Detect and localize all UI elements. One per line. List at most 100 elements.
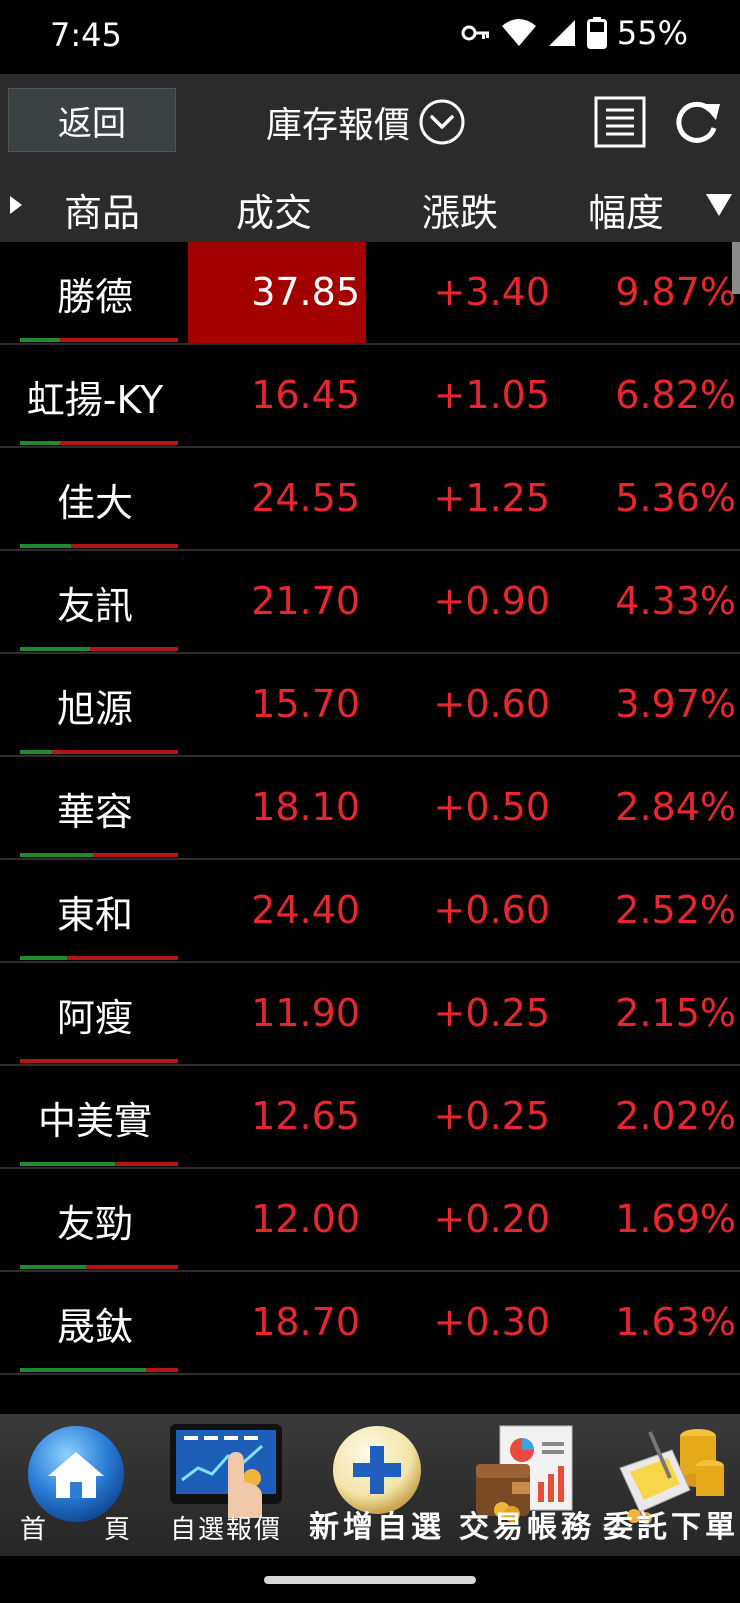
percent-change: 5.36% bbox=[615, 476, 736, 520]
buy-sell-ratio-bar bbox=[20, 750, 178, 754]
quote-row[interactable]: 晟鈦 18.70 +0.30 1.63% bbox=[0, 1272, 740, 1375]
status-bar: 7:45 55% bbox=[0, 0, 740, 74]
quote-row[interactable]: 阿瘦 11.90 +0.25 2.15% bbox=[0, 963, 740, 1066]
percent-change: 1.63% bbox=[615, 1300, 736, 1344]
price-cell: 18.10 bbox=[188, 757, 366, 858]
quote-row[interactable]: 友訊 21.70 +0.90 4.33% bbox=[0, 551, 740, 654]
price-cell: 37.85 bbox=[188, 242, 366, 343]
buy-sell-ratio-bar bbox=[20, 338, 178, 342]
ratio-bar-red bbox=[90, 647, 178, 651]
price-change: +0.60 bbox=[433, 888, 550, 932]
last-price: 24.55 bbox=[251, 476, 360, 520]
nav-account-label: 交易帳務 bbox=[459, 1510, 595, 1545]
top-toolbar: 返回 庫存報價 bbox=[0, 74, 740, 168]
quote-row[interactable]: 旭源 15.70 +0.60 3.97% bbox=[0, 654, 740, 757]
stock-name: 友訊 bbox=[56, 584, 133, 628]
price-change: +1.25 bbox=[433, 476, 550, 520]
ratio-bar-green bbox=[20, 1265, 86, 1269]
price-change: +1.05 bbox=[433, 373, 550, 417]
price-cell: 21.70 bbox=[188, 551, 366, 652]
price-change: +0.60 bbox=[433, 682, 550, 726]
ratio-bar-red bbox=[20, 1059, 178, 1063]
percent-change: 3.97% bbox=[615, 682, 736, 726]
nav-add-watch[interactable]: 新增自選 bbox=[302, 1414, 452, 1556]
buy-sell-ratio-bar bbox=[20, 1265, 178, 1269]
list-view-icon[interactable] bbox=[594, 96, 646, 148]
ratio-bar-green bbox=[20, 1368, 146, 1372]
scrollbar[interactable] bbox=[732, 242, 740, 294]
expand-columns-icon[interactable] bbox=[4, 190, 28, 220]
ratio-bar-green bbox=[20, 956, 67, 960]
column-header: 商品 成交 漲跌 幅度 bbox=[0, 168, 740, 242]
quote-row[interactable]: 虹揚-KY 16.45 +1.05 6.82% bbox=[0, 345, 740, 448]
ratio-bar-green bbox=[20, 750, 52, 754]
ratio-bar-red bbox=[71, 544, 178, 548]
nav-watchlist[interactable]: 自選報價 bbox=[150, 1414, 302, 1556]
ratio-bar-red bbox=[86, 1265, 178, 1269]
price-cell: 12.65 bbox=[188, 1066, 366, 1167]
last-price: 21.70 bbox=[251, 579, 360, 623]
column-percent[interactable]: 幅度 bbox=[588, 182, 664, 237]
quote-row[interactable]: 中美實 12.65 +0.25 2.02% bbox=[0, 1066, 740, 1169]
last-price: 16.45 bbox=[251, 373, 360, 417]
price-change: +0.25 bbox=[433, 991, 550, 1035]
ratio-bar-red bbox=[60, 441, 178, 445]
nav-home-char-1: 首 bbox=[20, 1515, 47, 1545]
wifi-icon bbox=[501, 19, 536, 46]
percent-change: 1.69% bbox=[615, 1197, 736, 1241]
ratio-bar-red bbox=[146, 1368, 178, 1372]
column-price[interactable]: 成交 bbox=[236, 182, 312, 237]
ratio-bar-green bbox=[20, 853, 93, 857]
ratio-bar-green bbox=[20, 647, 90, 651]
price-cell: 18.70 bbox=[188, 1272, 366, 1373]
percent-change: 6.82% bbox=[615, 373, 736, 417]
price-change: +3.40 bbox=[433, 270, 550, 314]
quote-row[interactable]: 東和 24.40 +0.60 2.52% bbox=[0, 860, 740, 963]
quote-row[interactable]: 勝德 37.85 +3.40 9.87% bbox=[0, 242, 740, 345]
ratio-bar-red bbox=[115, 1162, 178, 1166]
last-price: 18.10 bbox=[251, 785, 360, 829]
chevron-down-circle-icon[interactable] bbox=[418, 98, 466, 146]
stock-name: 華容 bbox=[56, 790, 133, 834]
stock-name: 旭源 bbox=[56, 687, 133, 731]
percent-change: 2.15% bbox=[615, 991, 736, 1035]
price-change: +0.50 bbox=[433, 785, 550, 829]
back-button[interactable]: 返回 bbox=[8, 88, 176, 152]
stock-name: 東和 bbox=[56, 893, 133, 937]
tablet-chart-icon bbox=[170, 1424, 282, 1518]
stock-name: 中美實 bbox=[37, 1099, 152, 1143]
price-change: +0.30 bbox=[433, 1300, 550, 1344]
signal-icon bbox=[548, 20, 575, 46]
buy-sell-ratio-bar bbox=[20, 956, 178, 960]
page-title[interactable]: 庫存報價 bbox=[266, 96, 410, 148]
status-time: 7:45 bbox=[50, 16, 122, 54]
ratio-bar-red bbox=[52, 750, 178, 754]
ratio-bar-red bbox=[60, 338, 178, 342]
nav-home[interactable]: 首 頁 bbox=[0, 1414, 150, 1556]
quote-row[interactable]: 佳大 24.55 +1.25 5.36% bbox=[0, 448, 740, 551]
stock-name: 友勁 bbox=[56, 1202, 133, 1246]
nav-watchlist-label: 自選報價 bbox=[169, 1515, 282, 1545]
battery-percent: 55% bbox=[616, 14, 688, 52]
percent-change: 2.84% bbox=[615, 785, 736, 829]
price-cell: 24.55 bbox=[188, 448, 366, 549]
price-cell: 12.00 bbox=[188, 1169, 366, 1270]
column-name[interactable]: 商品 bbox=[64, 182, 140, 237]
gesture-handle[interactable] bbox=[264, 1576, 476, 1584]
column-change[interactable]: 漲跌 bbox=[422, 182, 498, 237]
ratio-bar-green bbox=[20, 1162, 115, 1166]
refresh-icon[interactable] bbox=[672, 98, 724, 148]
quote-list[interactable]: 勝德 37.85 +3.40 9.87% 虹揚-KY 16.45 +1.05 6.82% 佳大 2… bbox=[0, 242, 740, 1414]
quote-row[interactable]: 友勁 12.00 +0.20 1.69% bbox=[0, 1169, 740, 1272]
price-cell: 24.40 bbox=[188, 860, 366, 961]
quote-row[interactable]: 華容 18.10 +0.50 2.84% bbox=[0, 757, 740, 860]
percent-change: 2.52% bbox=[615, 888, 736, 932]
sort-desc-icon[interactable] bbox=[704, 192, 734, 218]
nav-order[interactable]: 委託下單 bbox=[602, 1414, 740, 1556]
nav-add-watch-label: 新增自選 bbox=[309, 1510, 445, 1545]
buy-sell-ratio-bar bbox=[20, 853, 178, 857]
nav-account[interactable]: 交易帳務 bbox=[452, 1414, 602, 1556]
status-icons: 55% bbox=[461, 14, 688, 52]
price-change: +0.25 bbox=[433, 1094, 550, 1138]
key-icon bbox=[461, 25, 489, 41]
